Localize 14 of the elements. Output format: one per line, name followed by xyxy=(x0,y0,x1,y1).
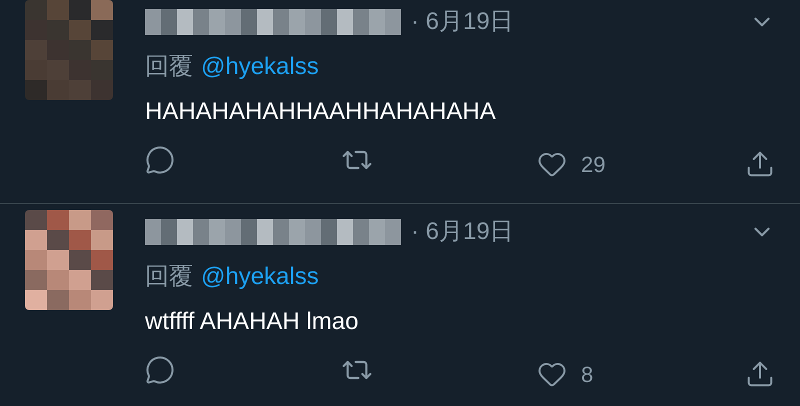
reply-label: 回覆 xyxy=(145,262,193,292)
share-icon[interactable] xyxy=(745,359,775,389)
reply-icon[interactable] xyxy=(145,145,175,175)
share-icon[interactable] xyxy=(745,149,775,179)
tweet-date: · 6月19日 xyxy=(411,7,514,37)
tweet-date: · 6月19日 xyxy=(411,217,514,247)
reply-handle-link[interactable]: @hyekalss xyxy=(201,49,319,85)
tweet-text: wtffff AHAHAH lmao xyxy=(145,307,360,337)
like-count: 29 xyxy=(581,150,606,178)
reply-handle-link[interactable]: @hyekalss xyxy=(201,259,319,295)
reply-icon[interactable] xyxy=(145,355,175,385)
reply-label: 回覆 xyxy=(145,52,193,82)
like-count: 8 xyxy=(581,360,594,388)
tweet-text: HAHAHAHAHHAAHHAHAHAHA xyxy=(145,97,497,127)
